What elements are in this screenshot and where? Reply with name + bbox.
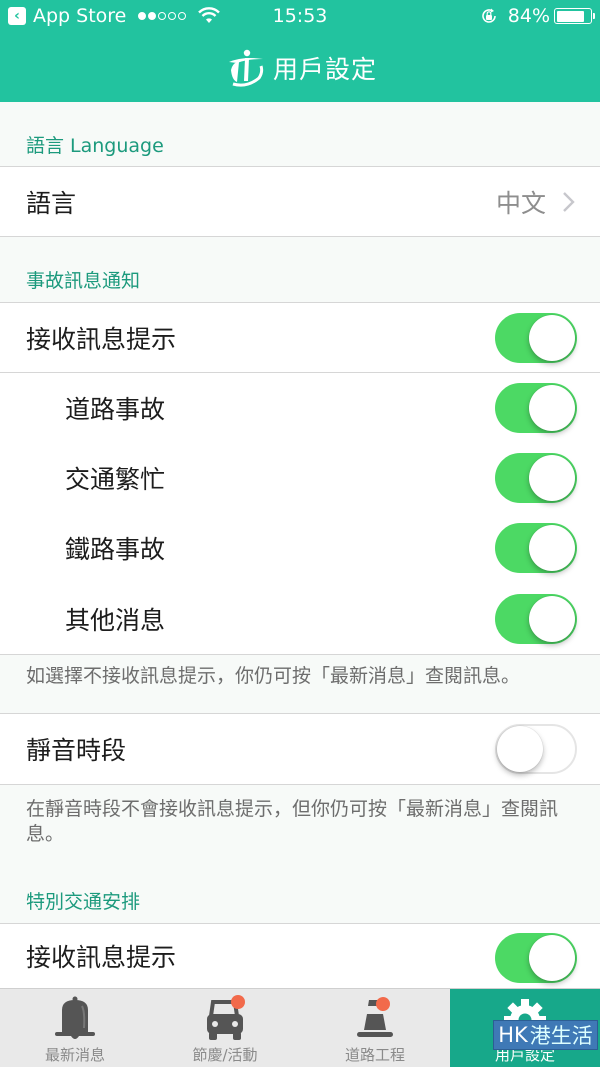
road-incident-toggle[interactable]: [495, 383, 577, 433]
language-row[interactable]: 語言 中文: [0, 167, 600, 236]
section-header-language: 語言 Language: [26, 135, 164, 157]
notification-badge: [231, 995, 245, 1009]
special-master-toggle[interactable]: [495, 933, 577, 983]
watermark-latin: HK: [498, 1023, 528, 1047]
special-master-label: 接收訊息提示: [26, 943, 177, 972]
incident-item-row: 鐵路事故: [0, 513, 600, 583]
incident-item-row: 其他消息: [0, 583, 600, 654]
battery-icon: [554, 8, 595, 24]
quiet-hours-footnote: 在靜音時段不會接收訊息提示，但你仍可按「最新消息」查閱訊息。: [26, 798, 559, 845]
incident-footnote: 如選擇不接收訊息提示，你仍可按「最新消息」查閱訊息。: [26, 665, 521, 687]
special-master-row: 接收訊息提示: [0, 924, 600, 988]
traffic-congestion-toggle[interactable]: [495, 453, 577, 503]
tab-latest-news[interactable]: 最新消息: [0, 989, 150, 1067]
railway-incident-toggle[interactable]: [495, 523, 577, 573]
incident-item-label: 鐵路事故: [65, 535, 166, 564]
incident-item-label: 其他消息: [65, 605, 166, 635]
incident-item-label: 交通繁忙: [65, 465, 166, 494]
watermark-chinese: 港生活: [529, 1024, 593, 1048]
divider: [0, 784, 600, 785]
watermark: HK 港生活: [493, 1020, 598, 1050]
section-header-incident: 事故訊息通知: [26, 270, 141, 292]
tab-label: 道路工程: [344, 1046, 405, 1064]
incident-master-label: 接收訊息提示: [26, 324, 177, 354]
notification-badge: [376, 997, 390, 1011]
battery-percent: 84%: [507, 5, 550, 27]
car-icon: [207, 995, 245, 1040]
page-title: 用戶設定: [272, 55, 377, 84]
incident-master-row: 接收訊息提示: [0, 303, 600, 372]
chevron-right-icon: [563, 191, 575, 212]
divider: [0, 236, 600, 237]
language-value: 中文: [495, 188, 546, 218]
quiet-hours-toggle[interactable]: [495, 724, 577, 774]
rotation-lock-icon: [482, 8, 496, 23]
status-bar: ‹ App Store 15:53 84%: [0, 0, 600, 34]
tab-festival-events[interactable]: 節慶/活動: [150, 989, 300, 1067]
traffic-cone-icon: [357, 997, 393, 1037]
incident-item-row: 道路事故: [0, 373, 600, 443]
tab-label: 節慶/活動: [192, 1046, 258, 1064]
tab-road-works[interactable]: 道路工程: [300, 989, 450, 1067]
other-news-toggle[interactable]: [495, 593, 577, 644]
incident-master-toggle[interactable]: [495, 312, 577, 363]
bell-icon: [55, 996, 95, 1039]
app-header: ‹ App Store 15:53 84% 用戶設定: [0, 0, 600, 102]
section-header-special: 特別交通安排: [26, 891, 141, 913]
divider: [0, 654, 600, 655]
tab-label: 最新消息: [44, 1046, 105, 1064]
quiet-hours-label: 靜音時段: [26, 736, 127, 765]
quiet-hours-row: 靜音時段: [0, 714, 600, 784]
transport-logo-icon: [228, 49, 264, 87]
incident-item-row: 交通繁忙: [0, 443, 600, 513]
incident-item-label: 道路事故: [65, 395, 166, 424]
language-label: 語言: [26, 188, 77, 218]
